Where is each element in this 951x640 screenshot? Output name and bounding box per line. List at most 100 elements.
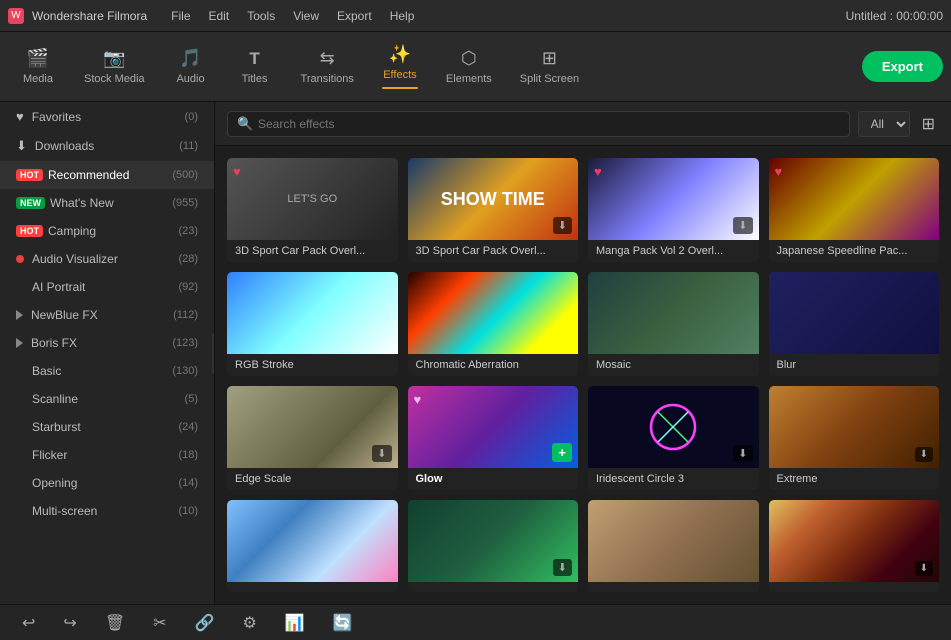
sidebar-item-recommended[interactable]: HOT Recommended (500) bbox=[0, 161, 214, 189]
sidebar-item-favorites[interactable]: ♥ Favorites (0) bbox=[0, 102, 214, 131]
tool-media[interactable]: 🎬 Media bbox=[8, 42, 68, 91]
heart-icon-10: ♥ bbox=[414, 392, 422, 407]
effect-card-16[interactable]: ⬇ bbox=[769, 500, 940, 592]
settings-button[interactable]: ⚙ bbox=[236, 609, 262, 637]
effect-label-13 bbox=[227, 582, 398, 592]
sidebar-item-downloads[interactable]: ⬇ Downloads (11) bbox=[0, 131, 214, 161]
sidebar-item-flicker[interactable]: Flicker (18) bbox=[0, 441, 214, 469]
audio-icon: 🎵 bbox=[179, 48, 201, 69]
link-button[interactable]: 🔗 bbox=[189, 609, 221, 637]
triangle-icon-2 bbox=[16, 338, 23, 348]
sidebar-audio-visualizer-count: (28) bbox=[178, 253, 198, 265]
stock-media-icon: 📷 bbox=[103, 48, 125, 69]
audio-button[interactable]: 📊 bbox=[279, 609, 311, 637]
effect-label-2: 3D Sport Car Pack Overl... bbox=[408, 240, 579, 262]
tool-audio[interactable]: 🎵 Audio bbox=[161, 42, 221, 91]
effect-label-3: Manga Pack Vol 2 Overl... bbox=[588, 240, 759, 262]
cut-button[interactable]: ✂ bbox=[147, 609, 172, 637]
tool-audio-label: Audio bbox=[176, 73, 204, 85]
effect-card-13[interactable] bbox=[227, 500, 398, 592]
tool-split-screen[interactable]: ⊞ Split Screen bbox=[508, 42, 591, 91]
effect-card-3[interactable]: ♥ ⬇ Manga Pack Vol 2 Overl... bbox=[588, 158, 759, 262]
effect-card-6[interactable]: Chromatic Aberration bbox=[408, 272, 579, 376]
sidebar-item-audio-visualizer[interactable]: Audio Visualizer (28) bbox=[0, 245, 214, 273]
hot-badge: HOT bbox=[16, 169, 43, 181]
tool-effects-label: Effects bbox=[383, 69, 416, 81]
download-icon-2: ⬇ bbox=[553, 217, 572, 234]
filter-select[interactable]: All bbox=[858, 111, 910, 137]
grid-view-button[interactable]: ⊞ bbox=[918, 110, 939, 138]
effect-card-11[interactable]: ⬇ Iridescent Circle 3 bbox=[588, 386, 759, 490]
sidebar-downloads-label: Downloads bbox=[35, 139, 175, 153]
download-icon-3: ⬇ bbox=[733, 217, 752, 234]
sidebar-item-opening[interactable]: Opening (14) bbox=[0, 469, 214, 497]
effect-card-4[interactable]: ♥ Japanese Speedline Pac... bbox=[769, 158, 940, 262]
effect-card-9[interactable]: ⬇ Edge Scale bbox=[227, 386, 398, 490]
search-input[interactable] bbox=[227, 111, 850, 137]
menu-export[interactable]: Export bbox=[329, 7, 380, 25]
sidebar-item-multi-screen[interactable]: Multi-screen (10) bbox=[0, 497, 214, 525]
sidebar-item-ai-portrait[interactable]: AI Portrait (92) bbox=[0, 273, 214, 301]
tool-stock-media[interactable]: 📷 Stock Media bbox=[72, 42, 157, 91]
sidebar-starburst-count: (24) bbox=[178, 421, 198, 433]
effect-thumb-10: ♥ + bbox=[408, 386, 579, 468]
sidebar-item-camping[interactable]: HOT Camping (23) bbox=[0, 217, 214, 245]
effect-card-10[interactable]: ♥ + Glow bbox=[408, 386, 579, 490]
effect-card-5[interactable]: RGB Stroke bbox=[227, 272, 398, 376]
sidebar-item-boris-fx[interactable]: Boris FX (123) bbox=[0, 329, 214, 357]
tool-transitions[interactable]: ⇆ Transitions bbox=[289, 42, 366, 91]
download-icon-9: ⬇ bbox=[372, 445, 391, 462]
effect-label-6: Chromatic Aberration bbox=[408, 354, 579, 376]
split-screen-icon: ⊞ bbox=[542, 48, 557, 69]
speed-button[interactable]: 🔄 bbox=[327, 609, 359, 637]
heart-icon-4: ♥ bbox=[775, 164, 783, 179]
app-name: Wondershare Filmora bbox=[32, 9, 147, 23]
sidebar-item-scanline[interactable]: Scanline (5) bbox=[0, 385, 214, 413]
search-wrap: 🔍 bbox=[227, 111, 850, 137]
sidebar-whats-new-label: What's New bbox=[50, 196, 168, 210]
favorites-icon: ♥ bbox=[16, 109, 24, 124]
sidebar-item-whats-new[interactable]: NEW What's New (955) bbox=[0, 189, 214, 217]
tool-elements[interactable]: ⬡ Elements bbox=[434, 42, 504, 91]
menu-help[interactable]: Help bbox=[382, 7, 423, 25]
effect-card-2[interactable]: SHOW TIME ⬇ 3D Sport Car Pack Overl... bbox=[408, 158, 579, 262]
tool-titles[interactable]: T Titles bbox=[225, 43, 285, 91]
effect-card-14[interactable]: ⬇ bbox=[408, 500, 579, 592]
sidebar-item-starburst[interactable]: Starburst (24) bbox=[0, 413, 214, 441]
sidebar-item-newblue-fx[interactable]: NewBlue FX (112) bbox=[0, 301, 214, 329]
sidebar-opening-label: Opening bbox=[32, 476, 174, 490]
effect-label-16 bbox=[769, 582, 940, 592]
redo-button[interactable]: ↪ bbox=[57, 609, 82, 637]
effect-thumb-14: ⬇ bbox=[408, 500, 579, 582]
undo-button[interactable]: ↩ bbox=[16, 609, 41, 637]
download-icon-14: ⬇ bbox=[553, 559, 572, 576]
sidebar-opening-count: (14) bbox=[178, 477, 198, 489]
effect-card-7[interactable]: Mosaic bbox=[588, 272, 759, 376]
menu-tools[interactable]: Tools bbox=[239, 7, 283, 25]
sidebar-whats-new-count: (955) bbox=[172, 197, 198, 209]
effect-thumb-4: ♥ bbox=[769, 158, 940, 240]
effect-card-8[interactable]: Blur bbox=[769, 272, 940, 376]
effect-card-12[interactable]: ⬇ Extreme bbox=[769, 386, 940, 490]
delete-button[interactable]: 🗑 bbox=[99, 609, 131, 637]
sidebar-item-basic[interactable]: Basic (130) bbox=[0, 357, 214, 385]
effect-thumb-9: ⬇ bbox=[227, 386, 398, 468]
search-bar: 🔍 All ⊞ bbox=[215, 102, 951, 146]
menu-file[interactable]: File bbox=[163, 7, 198, 25]
export-button[interactable]: Export bbox=[862, 51, 943, 82]
effect-label-1: 3D Sport Car Pack Overl... bbox=[227, 240, 398, 262]
sidebar-downloads-count: (11) bbox=[179, 140, 198, 152]
tool-transitions-label: Transitions bbox=[301, 73, 354, 85]
heart-icon-1: ♥ bbox=[233, 164, 241, 179]
effect-card-15[interactable] bbox=[588, 500, 759, 592]
sidebar-flicker-count: (18) bbox=[178, 449, 198, 461]
media-icon: 🎬 bbox=[27, 48, 49, 69]
menu-view[interactable]: View bbox=[285, 7, 327, 25]
effect-label-15 bbox=[588, 582, 759, 592]
menu-edit[interactable]: Edit bbox=[201, 7, 238, 25]
tool-effects[interactable]: ✨ Effects bbox=[370, 38, 430, 95]
effect-card-1[interactable]: ♥ LET'S GO 3D Sport Car Pack Overl... bbox=[227, 158, 398, 262]
effect-thumb-16: ⬇ bbox=[769, 500, 940, 582]
tool-elements-label: Elements bbox=[446, 73, 492, 85]
download-icon-12: ⬇ bbox=[915, 447, 933, 462]
